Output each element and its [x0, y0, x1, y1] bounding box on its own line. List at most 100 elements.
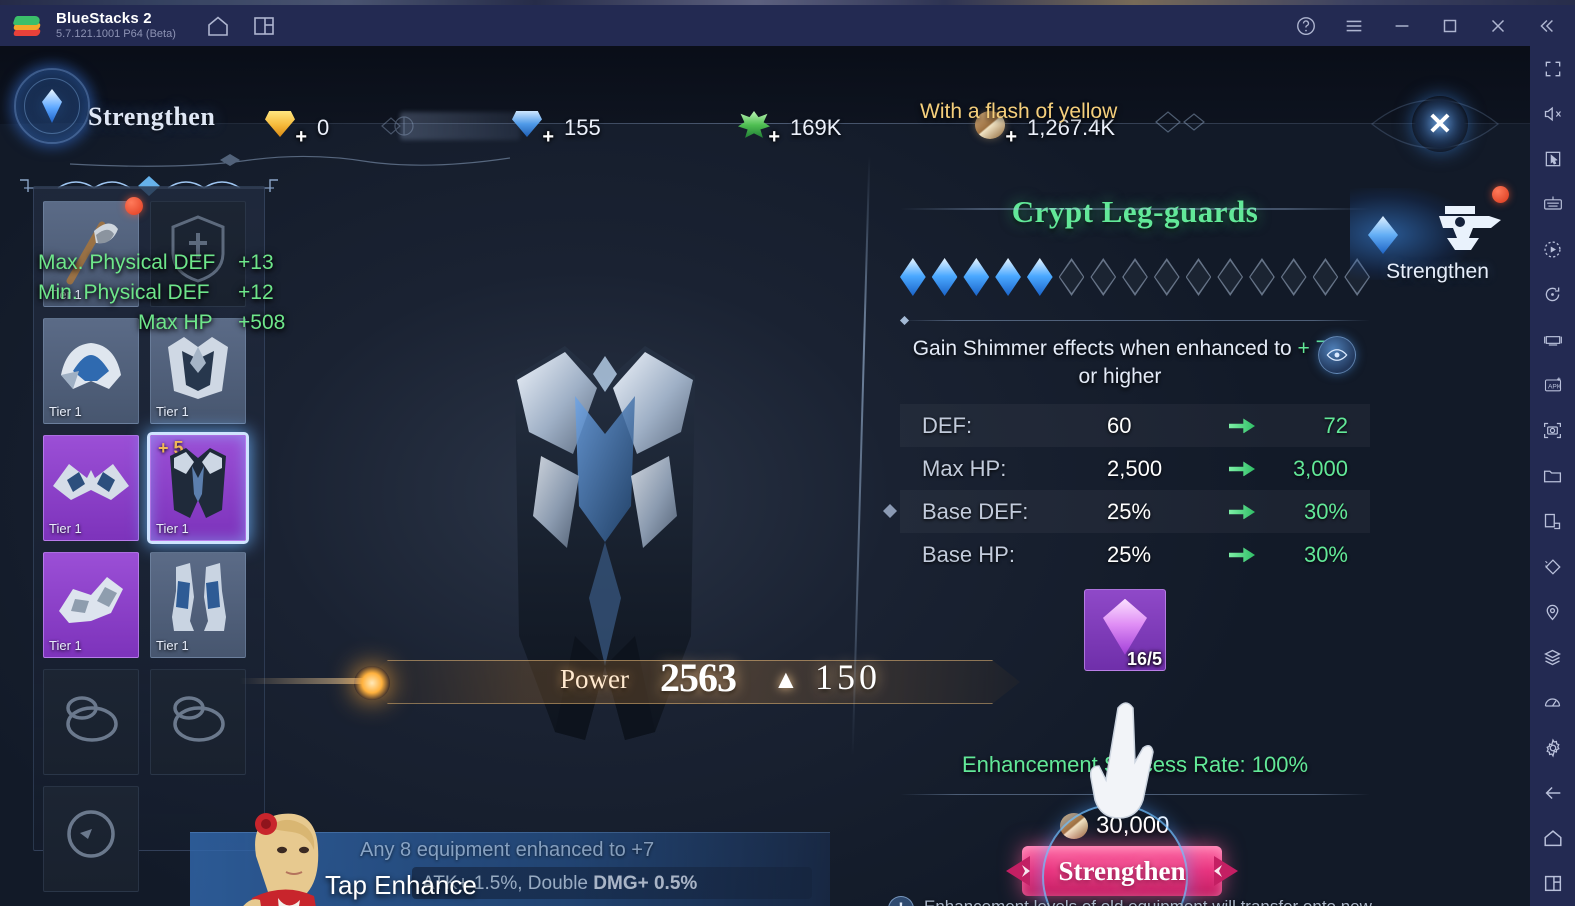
mute-icon[interactable]	[1530, 91, 1575, 136]
home-icon[interactable]	[206, 14, 230, 38]
pip-empty	[1058, 258, 1085, 296]
table-row: DEF: 60 72	[900, 404, 1370, 448]
set-bonus-line-1: Any 8 equipment enhanced to +7	[360, 839, 655, 861]
menu-icon[interactable]	[1343, 15, 1365, 37]
stat-label: DEF:	[922, 412, 973, 438]
app-title-block: BlueStacks 2 5.7.121.1001 P64 (Beta)	[56, 11, 176, 40]
currency-value: 0	[317, 115, 330, 140]
close-x-icon: ✕	[1427, 107, 1453, 141]
item-detail-panel: Crypt Leg-guards Gain Shimmer effects wh…	[900, 186, 1371, 576]
helmet-icon	[48, 325, 134, 407]
app-name: BlueStacks 2	[56, 9, 152, 27]
window-controls	[1295, 5, 1567, 46]
help-icon[interactable]	[1295, 15, 1317, 37]
detail-rule	[900, 320, 1370, 321]
shield-outline-icon	[155, 208, 241, 290]
settings-icon[interactable]	[1530, 725, 1575, 770]
shake-icon[interactable]	[1530, 544, 1575, 589]
slot-tier-label: Tier 1	[49, 287, 82, 302]
performance-icon[interactable]	[1530, 680, 1575, 725]
name-rule	[900, 208, 1370, 210]
blurred-text-field	[400, 112, 520, 140]
macro-record-icon[interactable]	[1530, 227, 1575, 272]
collapse-rail-icon[interactable]	[1535, 15, 1557, 37]
screenshot-icon[interactable]	[1530, 408, 1575, 453]
axe-icon	[48, 208, 134, 290]
keyboard-controls-icon[interactable]	[1530, 182, 1575, 227]
install-apk-icon[interactable]: APK	[1530, 363, 1575, 408]
bluestacks-window: BlueStacks 2 5.7.121.1001 P64 (Beta) APK…	[0, 0, 1575, 906]
strengthen-tab[interactable]: Strengthen	[1350, 178, 1525, 288]
eco-mode-icon[interactable]	[1530, 318, 1575, 363]
pip-filled	[995, 258, 1021, 296]
material-count: 16/5	[1126, 649, 1162, 669]
enhance-material-slot[interactable]: 16/5	[1084, 589, 1166, 671]
slot-tier-label: Tier 1	[49, 521, 82, 536]
table-row: Max HP: 2,500 3,000	[900, 447, 1370, 490]
stat-label: Max HP:	[922, 455, 1007, 481]
currency-green-herb[interactable]: + 169K	[738, 110, 841, 148]
maximize-icon[interactable]	[1439, 15, 1461, 37]
notice-text: Enhancement levels of old equipment will…	[924, 896, 1388, 906]
slot-tier-label: Tier 1	[49, 638, 82, 653]
copy-to-pc-icon[interactable]	[1530, 499, 1575, 544]
equipment-slot-ring-1[interactable]	[43, 669, 139, 775]
rotate-icon[interactable]	[1530, 272, 1575, 317]
minimize-icon[interactable]	[1391, 15, 1413, 37]
strengthen-button[interactable]: Strengthen	[1000, 804, 1244, 906]
strengthen-emblem-icon	[2, 56, 102, 156]
bluestacks-logo-icon	[12, 11, 42, 41]
home-nav-icon[interactable]	[1530, 816, 1575, 861]
equipment-slot-gloves[interactable]: Tier 1	[43, 552, 139, 658]
pip-empty	[1312, 258, 1339, 296]
equipment-slot-shield[interactable]	[150, 201, 246, 307]
boots-icon	[155, 559, 241, 641]
arrow-right-icon	[1212, 504, 1272, 520]
new-badge-dot	[1492, 186, 1509, 203]
recents-icon[interactable]	[1530, 861, 1575, 906]
equipment-slot-helmet[interactable]: Tier 1	[43, 318, 139, 424]
currency-value: 155	[564, 115, 601, 140]
location-icon[interactable]	[1530, 589, 1575, 634]
shimmer-text-after: or higher	[1078, 364, 1162, 388]
equipment-slot-ring-2[interactable]	[150, 669, 246, 775]
close-icon[interactable]	[1487, 15, 1509, 37]
currency-blue-diamond[interactable]: + 155	[512, 110, 601, 147]
slot-tier-label: Tier 1	[49, 404, 82, 419]
fullscreen-icon[interactable]	[1530, 46, 1575, 91]
power-bar: Power 2563 ▲ 150	[240, 642, 1050, 720]
plus-icon: +	[768, 126, 780, 148]
arrow-right-icon	[1212, 461, 1272, 477]
strengthen-button-label: Strengthen	[1058, 855, 1186, 886]
shimmer-text-before: Gain Shimmer effects when enhanced to	[912, 337, 1298, 360]
power-gem-icon	[354, 666, 390, 700]
media-manager-icon[interactable]	[1530, 453, 1575, 498]
table-row: Base HP: 25% 30%	[900, 533, 1370, 576]
preview-eye-button[interactable]	[1318, 336, 1356, 374]
equipment-slot-necklace[interactable]	[43, 786, 139, 892]
back-icon[interactable]	[1530, 770, 1575, 815]
plus-icon: +	[295, 126, 307, 148]
app-version: 5.7.121.1001 P64 (Beta)	[56, 27, 176, 40]
multi-layer-icon[interactable]	[1530, 634, 1575, 679]
gloves-icon	[48, 559, 134, 641]
transfer-notice: ! Enhancement levels of old equipment wi…	[888, 896, 1388, 906]
titlebar-nav	[206, 14, 276, 38]
multi-instance-icon[interactable]	[252, 14, 276, 38]
equipment-slot-weapon[interactable]: Tier 1	[43, 197, 143, 307]
stat-comparison-table: DEF: 60 72 Max HP: 2,500 3,000 Base DEF:…	[900, 404, 1370, 576]
equipment-slot-shoulders[interactable]: Tier 1	[43, 435, 139, 541]
close-panel-button[interactable]: ✕	[1412, 96, 1468, 152]
stat-current: 25%	[1107, 541, 1152, 567]
pip-filled	[931, 258, 958, 296]
equipment-slot-chest[interactable]: Tier 1	[150, 318, 246, 424]
anvil-icon	[1439, 206, 1501, 250]
equipment-slot-boots[interactable]: Tier 1	[150, 552, 246, 658]
currency-gold-gem[interactable]: + 0	[265, 110, 330, 148]
pip-filled	[900, 258, 926, 296]
ring-outline-icon	[155, 676, 241, 758]
equipment-slot-leg-guards[interactable]: + 5 Tier 1	[147, 432, 249, 544]
ring-outline-icon	[48, 676, 134, 758]
cursor-icon[interactable]	[1530, 137, 1575, 182]
panel-divider-node	[883, 504, 897, 518]
